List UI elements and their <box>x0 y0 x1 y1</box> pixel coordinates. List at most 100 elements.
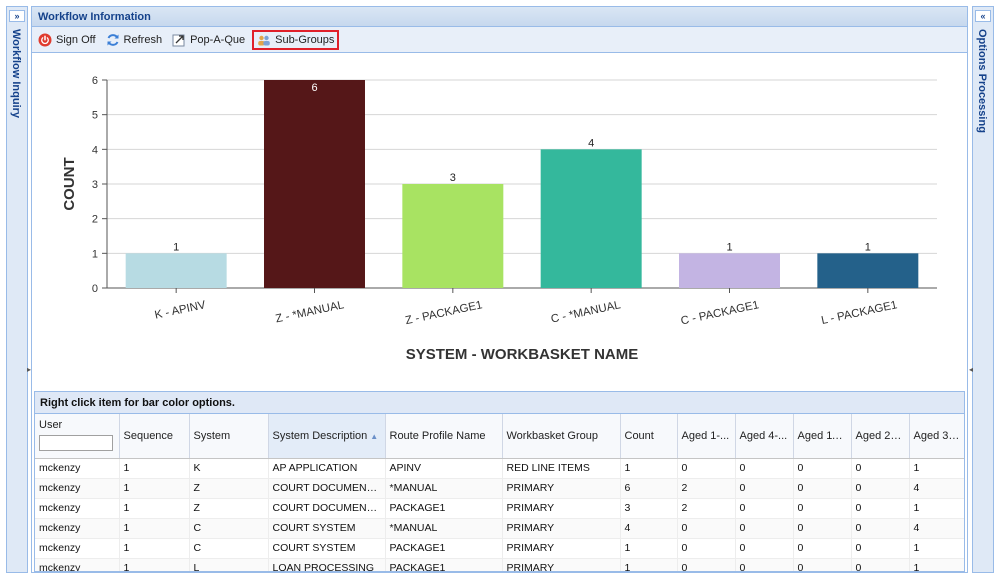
sign-off-button[interactable]: Sign Off <box>35 30 99 50</box>
sort-ascending-icon: ▲ <box>370 431 379 441</box>
options-processing-title[interactable]: Options Processing <box>976 29 988 133</box>
chart-bar[interactable] <box>540 149 642 288</box>
column-header[interactable]: Aged 4-... <box>735 414 794 459</box>
workbasket-grid: Right click item for bar color options. … <box>34 391 965 572</box>
table-cell: 0 <box>851 458 910 479</box>
column-header[interactable]: System Description ▲ <box>268 414 386 459</box>
table-cell: 0 <box>735 458 794 479</box>
table-cell: 1 <box>119 458 190 479</box>
column-header[interactable]: Aged 1-... <box>677 414 736 459</box>
y-tick-label: 3 <box>92 179 98 191</box>
options-processing-panel[interactable]: « Options Processing ◂ <box>969 6 994 573</box>
panel-title: Workflow Information <box>32 7 967 27</box>
table-cell: 0 <box>677 538 736 559</box>
workflow-information-panel: Workflow Information Sign Off Refresh Po… <box>31 6 968 573</box>
table-row[interactable]: mckenzy 1 Z COURT DOCUMENTS ... *MANUAL PRIMA… <box>35 478 964 499</box>
pop-a-que-label: Pop-A-Que <box>190 33 246 46</box>
column-header[interactable]: Sequence <box>119 414 190 459</box>
workbasket-count-chart: 0 1 2 3 4 5 6 1 K - APINV 6 Z - *MANUAL 3 Z - PACKAG… <box>32 53 967 391</box>
table-cell: 0 <box>851 558 910 571</box>
table-cell: *MANUAL <box>385 518 503 539</box>
power-icon <box>38 33 52 46</box>
column-header[interactable]: Aged 21... <box>851 414 910 459</box>
bar-value-label: 6 <box>311 82 317 94</box>
column-header[interactable]: Aged 30... <box>909 414 964 459</box>
table-cell: C <box>189 518 269 539</box>
table-cell: 2 <box>677 478 736 499</box>
y-tick-label: 6 <box>92 75 98 87</box>
refresh-icon <box>107 33 119 46</box>
refresh-label: Refresh <box>123 33 163 46</box>
y-tick-label: 5 <box>92 110 98 122</box>
collapse-arrow-icon[interactable]: ◂ <box>969 362 975 378</box>
table-cell: mckenzy <box>35 518 120 539</box>
x-tick-label: Z - *MANUAL <box>274 299 345 325</box>
table-cell: 1 <box>909 558 964 571</box>
table-cell: 1 <box>620 538 678 559</box>
table-cell: *MANUAL <box>385 478 503 499</box>
table-cell: COURT SYSTEM <box>268 538 386 559</box>
column-header[interactable]: System <box>189 414 269 459</box>
column-header[interactable]: Workbasket Group <box>502 414 621 459</box>
x-tick-label: L - PACKAGE1 <box>820 299 898 327</box>
expand-left-button[interactable]: » <box>9 10 25 22</box>
workflow-inquiry-panel[interactable]: » Workflow Inquiry ▸ <box>6 6 31 573</box>
table-cell: PACKAGE1 <box>385 538 503 559</box>
table-cell: 2 <box>677 498 736 519</box>
column-header[interactable]: Route Profile Name <box>385 414 503 459</box>
user-filter-input[interactable] <box>39 434 113 451</box>
pop-a-que-button[interactable]: Pop-A-Que <box>169 30 248 50</box>
column-header[interactable]: Count <box>620 414 678 459</box>
chart-bar[interactable] <box>817 253 919 288</box>
sub-groups-label: Sub-Groups <box>275 33 335 46</box>
y-axis-title: COUNT <box>61 157 78 210</box>
table-row[interactable]: mckenzy 1 Z COURT DOCUMENTS ... PACKAGE1 PRIM… <box>35 498 964 519</box>
table-cell: K <box>189 458 269 479</box>
table-cell: 3 <box>620 498 678 519</box>
table-cell: 0 <box>851 518 910 539</box>
pop-out-icon <box>172 34 185 46</box>
table-row[interactable]: mckenzy 1 L LOAN PROCESSING PACKAGE1 PRIMARY 1… <box>35 558 964 571</box>
user-column-header[interactable]: User <box>35 414 120 459</box>
table-cell: COURT DOCUMENTS ... <box>268 478 386 499</box>
chart-bar[interactable] <box>125 253 227 288</box>
expand-right-button[interactable]: « <box>975 10 991 22</box>
chart-bar[interactable] <box>402 184 504 288</box>
table-cell: PACKAGE1 <box>385 558 503 571</box>
table-cell: 0 <box>677 458 736 479</box>
table-cell: C <box>189 538 269 559</box>
table-cell: PRIMARY <box>502 538 621 559</box>
table-cell: 1 <box>620 458 678 479</box>
workflow-inquiry-title[interactable]: Workflow Inquiry <box>10 29 22 118</box>
table-cell: mckenzy <box>35 498 120 519</box>
bar-value-label: 1 <box>173 241 179 253</box>
table-cell: L <box>189 558 269 571</box>
table-cell: 0 <box>735 538 794 559</box>
table-cell: 1 <box>620 558 678 571</box>
table-cell: PRIMARY <box>502 558 621 571</box>
table-cell: mckenzy <box>35 458 120 479</box>
column-header[interactable]: Aged 11... <box>793 414 852 459</box>
table-row[interactable]: mckenzy 1 C COURT SYSTEM PACKAGE1 PRIMARY 1 0 0 0… <box>35 538 964 559</box>
y-tick-label: 4 <box>92 144 98 156</box>
bar-value-label: 4 <box>588 137 594 149</box>
table-cell: 4 <box>909 518 964 539</box>
table-cell: 0 <box>677 558 736 571</box>
chart-bar[interactable] <box>264 80 365 288</box>
table-cell: 1 <box>909 498 964 519</box>
table-cell: 1 <box>119 498 190 519</box>
sub-groups-button[interactable]: Sub-Groups <box>252 29 340 50</box>
table-cell: 0 <box>851 538 910 559</box>
table-cell: 0 <box>735 478 794 499</box>
table-cell: 1 <box>119 558 190 571</box>
table-row[interactable]: mckenzy 1 K AP APPLICATION APINV RED LINE ITE… <box>35 458 964 479</box>
x-tick-label: C - PACKAGE1 <box>680 299 760 327</box>
table-cell: 4 <box>620 518 678 539</box>
user-filter-label: User <box>39 418 63 431</box>
chart-bar[interactable] <box>679 253 780 288</box>
refresh-button[interactable]: Refresh <box>103 30 166 50</box>
table-cell: RED LINE ITEMS <box>502 458 621 479</box>
bar-chart-svg: 0 1 2 3 4 5 6 1 K - APINV 6 Z - *MANUAL 3 Z - PACKAG… <box>61 75 937 363</box>
table-row[interactable]: mckenzy 1 C COURT SYSTEM *MANUAL PRIMARY 4 0 0 0 0… <box>35 518 964 539</box>
table-cell: 0 <box>793 478 852 499</box>
